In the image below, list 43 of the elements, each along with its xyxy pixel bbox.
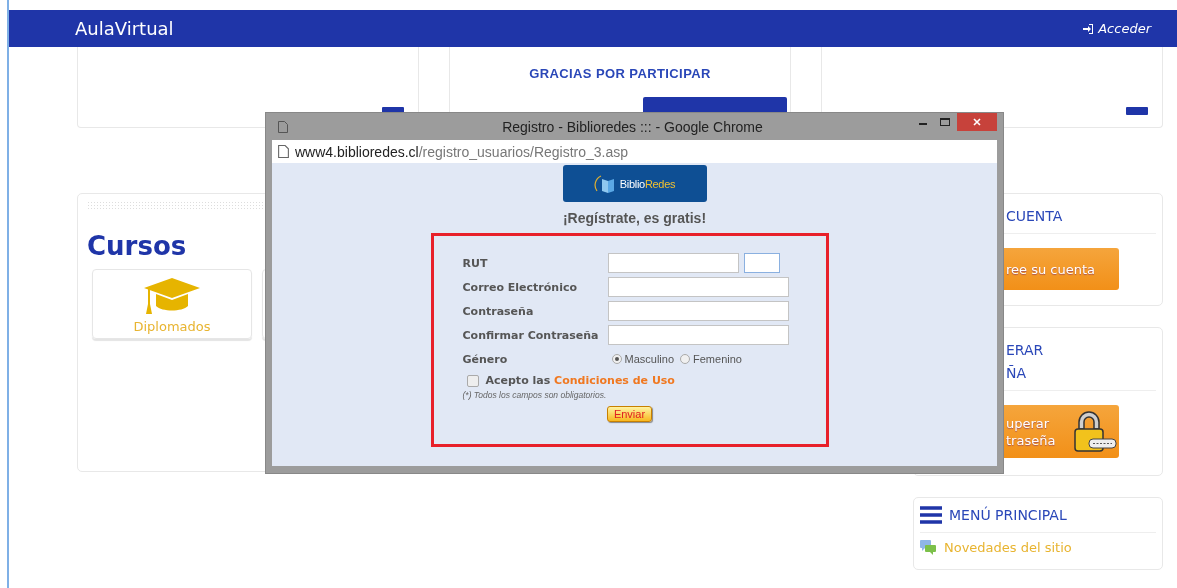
- field-label: Correo Electrónico: [462, 280, 578, 294]
- page-icon: [278, 145, 289, 158]
- field-label: RUT: [462, 256, 489, 270]
- site-brand[interactable]: AulaVirtual: [75, 18, 174, 39]
- card-title: CUENTA: [1006, 207, 1064, 226]
- radio-button[interactable]: [611, 354, 622, 364]
- field-label: Contraseña: [462, 304, 535, 318]
- menu-item[interactable]: Novedades del sitio: [920, 539, 1156, 555]
- input-field[interactable]: [607, 301, 789, 321]
- form-heading: ¡Regístrate, es gratis!: [562, 210, 707, 226]
- padlock-icon: [1071, 410, 1117, 453]
- menu-icon: [920, 506, 942, 524]
- menu-title: MENÚ PRINCIPAL: [949, 507, 1067, 523]
- terms-text: Acepto las Condiciones de Uso: [485, 374, 675, 387]
- input-field[interactable]: [607, 277, 789, 297]
- close-icon: [973, 118, 981, 126]
- required-note: (*) Todos los campos son obligatorios.: [462, 390, 608, 400]
- close-button[interactable]: [957, 113, 997, 131]
- radio-option[interactable]: Masculino: [611, 353, 675, 365]
- graduation-cap-icon: [142, 276, 202, 316]
- card-title: ERAR ÑA: [1006, 341, 1045, 383]
- checkbox[interactable]: [466, 374, 479, 387]
- button-label: uperar traseña: [1006, 414, 1056, 449]
- address-bar[interactable]: www4.biblioredes.cl/registro_usuarios/Registro_3.asp: [272, 140, 997, 163]
- terms-link[interactable]: Condiciones de Uso: [554, 374, 675, 387]
- chat-bubbles-icon: [920, 539, 936, 555]
- notice-text: GRACIAS POR PARTICIPAR: [529, 66, 711, 81]
- url-text: www4.biblioredes.cl/registro_usuarios/Registro_3.asp: [295, 143, 629, 160]
- rut-number-field[interactable]: [607, 253, 739, 273]
- input-field[interactable]: [607, 325, 789, 345]
- courses-title: Cursos: [87, 231, 188, 261]
- radio-option[interactable]: Femenino: [680, 353, 742, 365]
- site-logo: BiblioRedes: [562, 165, 707, 202]
- radio-button[interactable]: [680, 354, 691, 364]
- page-icon: [278, 120, 288, 133]
- field-label: Género: [462, 352, 509, 366]
- field-label: Confirmar Contraseña: [462, 328, 600, 342]
- window-title: Registro - Biblioredes ::: - Google Chrome: [501, 118, 764, 135]
- course-tile[interactable]: Diplomados: [92, 269, 252, 339]
- submit-button[interactable]: Enviar: [606, 406, 653, 422]
- login-link[interactable]: Acceder: [1082, 21, 1151, 36]
- sign-in-icon: [1082, 22, 1095, 35]
- rut-digit-field[interactable]: [743, 253, 780, 273]
